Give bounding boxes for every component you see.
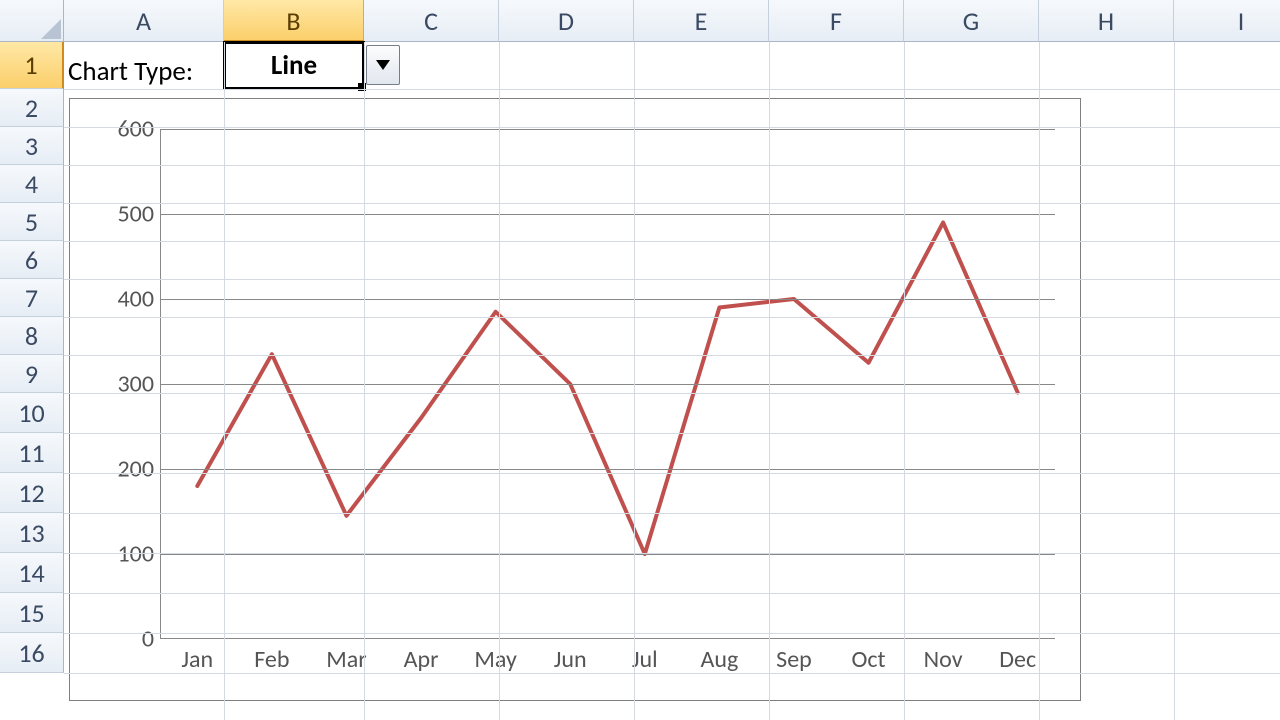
x-tick-label: Jan (181, 639, 213, 674)
embedded-chart[interactable]: 0100200300400500600JanFebMarAprMayJunJul… (69, 98, 1081, 701)
row-header-14[interactable]: 14 (0, 553, 64, 593)
row-header-16[interactable]: 16 (0, 633, 64, 673)
row-header-12[interactable]: 12 (0, 473, 64, 513)
column-header-F[interactable]: F (769, 0, 904, 42)
x-tick-label: Feb (254, 639, 289, 674)
row-header-9[interactable]: 9 (0, 355, 64, 393)
row-header-15[interactable]: 15 (0, 593, 64, 633)
row-header-11[interactable]: 11 (0, 433, 64, 473)
x-tick-label: Mar (326, 639, 366, 674)
select-all-triangle-icon (41, 19, 61, 39)
cell-B1-value: Line (271, 49, 317, 82)
select-all-corner[interactable] (0, 0, 64, 42)
x-tick-label: Jun (554, 639, 587, 674)
row-header-4[interactable]: 4 (0, 165, 64, 203)
column-header-D[interactable]: D (499, 0, 634, 42)
x-tick-label: Dec (999, 639, 1036, 674)
y-tick-label: 600 (118, 115, 161, 144)
data-validation-dropdown-button[interactable] (366, 45, 400, 85)
row-header-13[interactable]: 13 (0, 513, 64, 553)
x-tick-label: Oct (851, 639, 885, 674)
row-header-10[interactable]: 10 (0, 393, 64, 433)
row-header-1[interactable]: 1 (0, 42, 64, 89)
chevron-down-icon (376, 60, 390, 70)
column-header-B[interactable]: B (224, 0, 364, 42)
x-tick-label: May (474, 639, 516, 674)
plot-area: 0100200300400500600JanFebMarAprMayJunJul… (160, 129, 1055, 639)
data-series-line[interactable] (197, 223, 1017, 555)
y-tick-label: 300 (118, 370, 161, 399)
row-header-3[interactable]: 3 (0, 127, 64, 165)
row-header-6[interactable]: 6 (0, 241, 64, 279)
column-header-G[interactable]: G (904, 0, 1039, 42)
column-header-I[interactable]: I (1174, 0, 1280, 42)
column-header-E[interactable]: E (634, 0, 769, 42)
cells-area[interactable]: Chart Type: Line 0100200300400500600JanF… (64, 42, 1280, 720)
y-tick-label: 400 (118, 285, 161, 314)
column-header-H[interactable]: H (1039, 0, 1174, 42)
row-header-5[interactable]: 5 (0, 203, 64, 241)
column-header-A[interactable]: A (64, 0, 224, 42)
column-header-C[interactable]: C (364, 0, 499, 42)
x-tick-label: Sep (776, 639, 812, 674)
cell-A1-label: Chart Type: (68, 48, 193, 95)
cell-B1-active[interactable]: Line (223, 41, 365, 90)
row-header-8[interactable]: 8 (0, 317, 64, 355)
x-tick-label: Aug (700, 639, 738, 674)
y-tick-label: 0 (142, 625, 160, 654)
x-tick-label: Apr (404, 639, 439, 674)
x-tick-label: Nov (924, 639, 963, 674)
y-tick-label: 100 (118, 540, 161, 569)
y-tick-label: 200 (118, 455, 161, 484)
x-tick-label: Jul (632, 639, 658, 674)
spreadsheet: ABCDEFGHI 12345678910111213141516 Chart … (0, 0, 1280, 720)
row-header-7[interactable]: 7 (0, 279, 64, 317)
row-header-2[interactable]: 2 (0, 89, 64, 127)
